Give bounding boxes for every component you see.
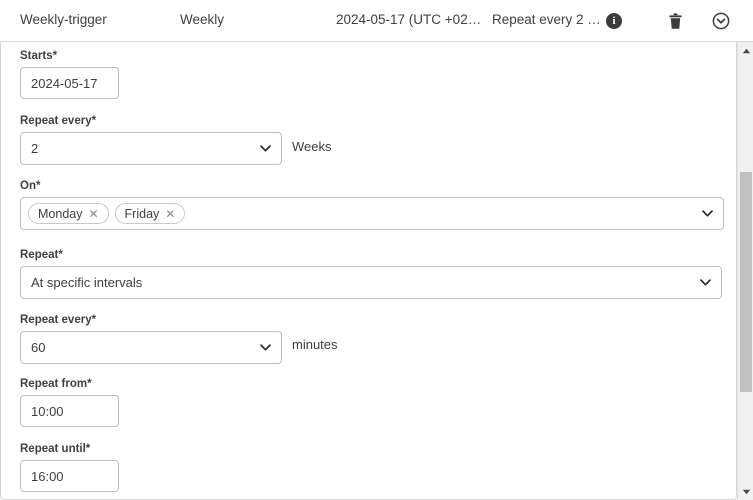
chevron-down-icon	[260, 143, 271, 154]
field-repeat-every-weeks: Repeat every* 2	[20, 115, 282, 165]
trash-icon[interactable]	[665, 11, 685, 31]
repeat-from-label: Repeat from*	[20, 378, 92, 390]
recurrence-form-panel: Starts* 2024-05-17 Repeat every* 2 Weeks…	[0, 42, 737, 500]
repeat-every-minutes-select[interactable]: 60	[20, 331, 282, 364]
scroll-up-arrow-icon[interactable]	[738, 42, 753, 59]
remove-chip-icon[interactable]: ✕	[88, 208, 98, 220]
trigger-type: Weekly	[180, 12, 225, 27]
weeks-unit-label: Weeks	[292, 139, 332, 154]
trigger-name: Weekly-trigger	[20, 12, 107, 27]
vertical-scrollbar[interactable]	[737, 42, 753, 500]
field-repeat-mode: Repeat* At specific intervals	[20, 249, 722, 299]
trigger-header-row[interactable]: Weekly-trigger Weekly 2024-05-17 (UTC +0…	[0, 0, 753, 42]
chevron-down-circle-icon[interactable]	[711, 11, 731, 31]
repeat-from-input[interactable]: 10:00	[20, 395, 119, 427]
repeat-every-minutes-value: 60	[31, 340, 46, 355]
starts-input[interactable]: 2024-05-17	[20, 67, 119, 99]
repeat-every-weeks-select[interactable]: 2	[20, 132, 282, 165]
repeat-every-weeks-label: Repeat every*	[20, 115, 97, 127]
field-on-days: On* Monday ✕ Friday ✕	[20, 180, 724, 230]
repeat-mode-label: Repeat*	[20, 249, 63, 261]
day-chip-label: Monday	[38, 206, 83, 221]
chevron-down-icon	[260, 342, 271, 353]
repeat-mode-value: At specific intervals	[31, 275, 143, 290]
repeat-until-label: Repeat until*	[20, 443, 91, 455]
scrollbar-thumb[interactable]	[740, 172, 752, 392]
trigger-start-date: 2024-05-17 (UTC +02…	[336, 12, 482, 27]
starts-label: Starts*	[20, 50, 58, 62]
repeat-every-weeks-value: 2	[31, 141, 39, 156]
info-glyph: i	[606, 13, 622, 29]
minutes-unit-label: minutes	[292, 337, 338, 352]
field-starts: Starts* 2024-05-17	[20, 50, 119, 99]
chevron-down-icon[interactable]	[702, 208, 713, 219]
on-days-label: On*	[20, 180, 41, 192]
field-repeat-every-minutes: Repeat every* 60	[20, 314, 282, 364]
field-repeat-until: Repeat until* 16:00	[20, 443, 119, 492]
day-chip[interactable]: Monday ✕	[28, 203, 109, 224]
scroll-down-arrow-icon[interactable]	[738, 483, 753, 500]
repeat-until-input[interactable]: 16:00	[20, 460, 119, 492]
trigger-editor-screen: Weekly-trigger Weekly 2024-05-17 (UTC +0…	[0, 0, 753, 500]
day-chip-label: Friday	[124, 206, 160, 221]
repeat-mode-select[interactable]: At specific intervals	[20, 266, 722, 299]
chevron-down-icon	[700, 277, 711, 288]
field-repeat-from: Repeat from* 10:00	[20, 378, 119, 427]
repeat-every-minutes-label: Repeat every*	[20, 314, 97, 326]
remove-chip-icon[interactable]: ✕	[165, 208, 175, 220]
on-days-multiselect[interactable]: Monday ✕ Friday ✕	[20, 197, 724, 230]
info-icon[interactable]: i	[604, 11, 624, 31]
day-chip[interactable]: Friday ✕	[114, 203, 186, 224]
trigger-summary: Repeat every 2 …	[492, 12, 601, 27]
